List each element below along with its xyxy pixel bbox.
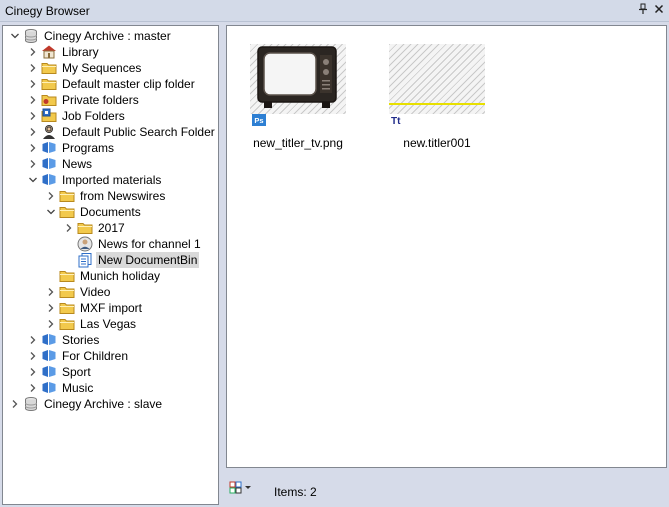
tree-item-label: Default master clip folder [62, 77, 195, 91]
chevron-down-icon[interactable] [9, 28, 21, 44]
folder-icon [59, 300, 75, 316]
content-item-label: new_titler_tv.png [253, 136, 343, 150]
chevron-right-icon[interactable] [45, 316, 57, 332]
chevron-right-icon[interactable] [27, 124, 39, 140]
folder-icon [77, 220, 93, 236]
chevron-right-icon[interactable] [45, 284, 57, 300]
folder-icon [59, 316, 75, 332]
chevron-right-icon[interactable] [27, 364, 39, 380]
content-item-label: new.titler001 [403, 136, 471, 150]
chevron-right-icon[interactable] [27, 92, 39, 108]
job-folder-icon [41, 108, 57, 124]
close-icon[interactable] [652, 3, 666, 17]
chevron-right-icon[interactable] [27, 60, 39, 76]
tree-item-label: Stories [62, 333, 100, 347]
window-title: Cinegy Browser [5, 4, 90, 18]
cube-icon [41, 364, 57, 380]
tree-item-label: 2017 [98, 221, 125, 235]
content-view[interactable]: Ps new_titler_tv.png Tt new.titler001 [226, 25, 667, 468]
tree-item-label: Cinegy Archive : slave [44, 397, 163, 411]
tree-item-label: Programs [62, 141, 115, 155]
chevron-right-icon[interactable] [45, 300, 57, 316]
photoshop-badge-label: Ps [254, 116, 263, 125]
folder-icon [59, 284, 75, 300]
chevron-right-icon[interactable] [27, 348, 39, 364]
tree-item-label: Music [62, 381, 94, 395]
tree-item-label: Imported materials [62, 173, 162, 187]
chevron-right-icon[interactable] [27, 76, 39, 92]
tree-item-label: Munich holiday [80, 269, 161, 283]
chevron-right-icon[interactable] [45, 188, 57, 204]
items-count: Items: 2 [274, 485, 317, 499]
database-icon [23, 396, 39, 412]
cube-icon [41, 156, 57, 172]
tree-item-label: from Newswires [80, 189, 166, 203]
titler-thumbnail [389, 44, 485, 114]
chevron-down-icon[interactable] [27, 172, 39, 188]
tree-item-label: News for channel 1 [98, 237, 201, 251]
chevron-right-icon[interactable] [63, 220, 75, 236]
chevron-right-icon[interactable] [9, 396, 21, 412]
library-icon [41, 44, 57, 60]
tree-item-label: MXF import [80, 301, 143, 315]
folder-icon [59, 204, 75, 220]
tree-item-label: Cinegy Archive : master [44, 29, 171, 43]
tree-item-label: Documents [80, 205, 141, 219]
tree-item-label: Library [62, 45, 99, 59]
status-bar: Items: 2 [226, 476, 667, 504]
database-icon [23, 28, 39, 44]
folder-icon [59, 268, 75, 284]
tree-item-label: News [62, 157, 93, 171]
chevron-right-icon[interactable] [27, 44, 39, 60]
cube-icon [41, 140, 57, 156]
folder-icon [59, 188, 75, 204]
news-person-icon [77, 236, 93, 252]
chevron-right-icon[interactable] [27, 156, 39, 172]
chevron-right-icon[interactable] [27, 380, 39, 396]
tree-item-label: Las Vegas [80, 317, 137, 331]
tree-item-label: Job Folders [62, 109, 125, 123]
folder-icon [41, 76, 57, 92]
tree-item-label: My Sequences [62, 61, 142, 75]
document-bin-icon [77, 252, 93, 268]
tree-item-label: Default Public Search Folder [62, 125, 215, 139]
cube-icon [41, 380, 57, 396]
pin-icon[interactable] [636, 3, 650, 17]
tree-item-label: Private folders [62, 93, 139, 107]
cube-icon [41, 332, 57, 348]
tree-item-label: For Children [62, 349, 129, 363]
chevron-right-icon[interactable] [27, 140, 39, 156]
private-folder-icon [41, 92, 57, 108]
photoshop-icon: Ps [252, 114, 266, 126]
titler-icon: Tt [391, 114, 405, 127]
search-folder-icon [41, 124, 57, 140]
chevron-right-icon[interactable] [27, 108, 39, 124]
chevron-right-icon[interactable] [27, 332, 39, 348]
tv-thumbnail [250, 44, 346, 114]
cube-icon [41, 172, 57, 188]
tree-item-label: Sport [62, 365, 91, 379]
folder-icon [41, 60, 57, 76]
tree-item-label: Video [80, 285, 111, 299]
folder-tree[interactable]: Cinegy Archive : master Library My Sequenc… [2, 25, 219, 505]
window-titlebar: Cinegy Browser [0, 0, 669, 22]
view-mode-button[interactable] [228, 480, 254, 496]
tree-item-label: New DocumentBin [96, 252, 200, 268]
titler-badge-label: Tt [391, 116, 401, 126]
cube-icon [41, 348, 57, 364]
chevron-down-icon[interactable] [45, 204, 57, 220]
